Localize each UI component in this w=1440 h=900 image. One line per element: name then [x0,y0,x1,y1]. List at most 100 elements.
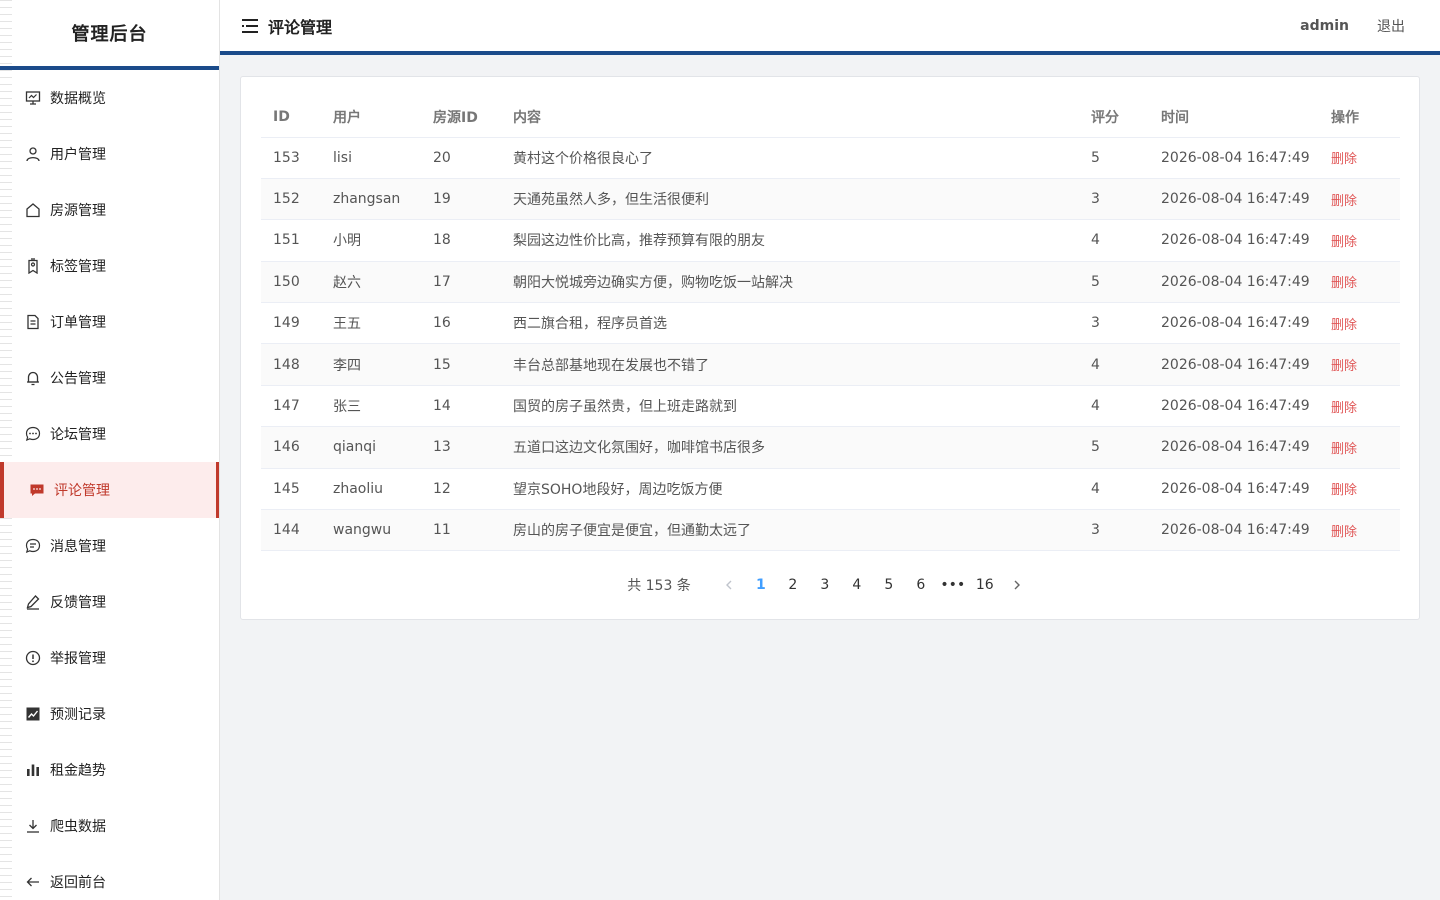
delete-button[interactable]: 删除 [1331,525,1357,540]
sidebar-item-label: 反馈管理 [50,595,106,611]
cell-id: 151 [261,219,321,262]
sidebar-item-5[interactable]: 公告管理 [0,350,219,406]
cell-content: 望京SOHO地段好，周边吃饭方便 [501,468,1079,511]
house-icon [24,201,42,219]
sidebar-item-label: 论坛管理 [50,427,106,443]
cell-user: 小明 [321,219,421,262]
delete-button[interactable]: 删除 [1331,276,1357,291]
user-icon [24,145,42,163]
trend-chart-icon [24,705,42,723]
delete-button[interactable]: 删除 [1331,235,1357,250]
cell-time: 2026-08-04 16:47:49 [1149,178,1319,221]
cell-user: wangwu [321,509,421,552]
more-pages-button[interactable]: ••• [937,571,969,599]
page-button[interactable]: 4 [841,571,873,599]
current-user: admin [1300,17,1349,34]
cell-id: 149 [261,302,321,345]
cell-house-id: 17 [421,261,501,304]
delete-button[interactable]: 删除 [1331,442,1357,457]
cell-user: 张三 [321,385,421,428]
sidebar-item-11[interactable]: 预测记录 [0,686,219,742]
cell-id: 152 [261,178,321,221]
delete-button[interactable]: 删除 [1331,318,1357,333]
sidebar-item-12[interactable]: 租金趋势 [0,742,219,798]
delete-button[interactable]: 删除 [1331,401,1357,416]
sidebar-item-7[interactable]: 评论管理 [0,462,219,518]
page-button[interactable]: 6 [905,571,937,599]
cell-score: 5 [1079,261,1149,304]
delete-button[interactable]: 删除 [1331,359,1357,374]
comment-icon [28,481,46,499]
cell-actions: 删除 [1319,343,1400,386]
cell-user: lisi [321,137,421,179]
cell-time: 2026-08-04 16:47:49 [1149,302,1319,345]
cell-user: zhangsan [321,178,421,221]
pagination-total: 共 153 条 [627,578,691,594]
prev-page-button[interactable] [713,571,745,599]
pagination: 共 153 条 1 2 3 4 5 6 ••• 16 [241,571,1419,599]
cell-content: 国贸的房子虽然贵，但上班走路就到 [501,385,1079,428]
table-body: 153 lisi 20 黄村这个价格很良心了 5 2026-08-04 16:47:49 删… [261,137,1400,552]
page-button[interactable]: 2 [777,571,809,599]
cell-id: 144 [261,509,321,552]
table-row: 144 wangwu 11 房山的房子便宜是便宜，但通勤太远了 3 2026-08-04 … [261,509,1400,552]
cell-time: 2026-08-04 16:47:49 [1149,261,1319,304]
sidebar-item-3[interactable]: 标签管理 [0,238,219,294]
delete-button[interactable]: 删除 [1331,194,1357,209]
cell-content: 梨园这边性价比高，推荐预算有限的朋友 [501,219,1079,262]
sidebar-item-6[interactable]: 论坛管理 [0,406,219,462]
cell-score: 3 [1079,302,1149,345]
bell-icon [24,369,42,387]
warning-icon [24,649,42,667]
cell-actions: 删除 [1319,178,1400,221]
cell-actions: 删除 [1319,302,1400,345]
sidebar-item-label: 消息管理 [50,539,106,555]
chevron-left-icon [725,580,732,590]
page-button[interactable]: 5 [873,571,905,599]
page-button[interactable]: 16 [969,571,1001,599]
sidebar-item-label: 爬虫数据 [50,819,106,835]
page-button[interactable]: 3 [809,571,841,599]
sidebar-item-13[interactable]: 爬虫数据 [0,798,219,854]
hamburger-menu-icon[interactable] [240,16,260,36]
sidebar-item-label: 返回前台 [50,875,106,891]
delete-button[interactable]: 删除 [1331,483,1357,498]
cell-user: 赵六 [321,261,421,304]
cell-time: 2026-08-04 16:47:49 [1149,343,1319,386]
column-header: 操作 [1319,97,1400,138]
sidebar-item-8[interactable]: 消息管理 [0,518,219,574]
cell-user: 李四 [321,343,421,386]
sidebar-item-label: 数据概览 [50,91,106,107]
next-page-button[interactable] [1001,571,1033,599]
table-row: 152 zhangsan 19 天通苑虽然人多，但生活很便利 3 2026-08-04 1… [261,178,1400,221]
cell-id: 146 [261,426,321,469]
cell-score: 4 [1079,343,1149,386]
cell-house-id: 19 [421,178,501,221]
brand-title: 管理后台 [71,24,148,45]
delete-button[interactable]: 删除 [1331,152,1357,167]
sidebar-item-label: 订单管理 [50,315,106,331]
page-title: 评论管理 [268,17,333,37]
page-button[interactable]: 1 [745,571,777,599]
sidebar-item-0[interactable]: 数据概览 [0,70,219,126]
cell-house-id: 12 [421,468,501,511]
cell-actions: 删除 [1319,385,1400,428]
header-right: admin 退出 [1300,16,1440,36]
sidebar-item-9[interactable]: 反馈管理 [0,574,219,630]
sidebar-item-10[interactable]: 举报管理 [0,630,219,686]
cell-time: 2026-08-04 16:47:49 [1149,468,1319,511]
sidebar-item-1[interactable]: 用户管理 [0,126,219,182]
sidebar-item-2[interactable]: 房源管理 [0,182,219,238]
sidebar-item-4[interactable]: 订单管理 [0,294,219,350]
logout-button[interactable]: 退出 [1377,16,1405,36]
cell-actions: 删除 [1319,509,1400,552]
cell-id: 147 [261,385,321,428]
sidebar-item-14[interactable]: 返回前台 [0,854,219,900]
column-header: ID [261,97,321,138]
sidebar-item-label: 公告管理 [50,371,106,387]
edit-pen-icon [24,593,42,611]
cell-score: 4 [1079,385,1149,428]
chevron-right-icon [1014,580,1020,590]
sidebar-item-label: 评论管理 [54,483,110,499]
table-row: 148 李四 15 丰台总部基地现在发展也不错了 4 2026-08-04 16:47:4… [261,343,1400,386]
